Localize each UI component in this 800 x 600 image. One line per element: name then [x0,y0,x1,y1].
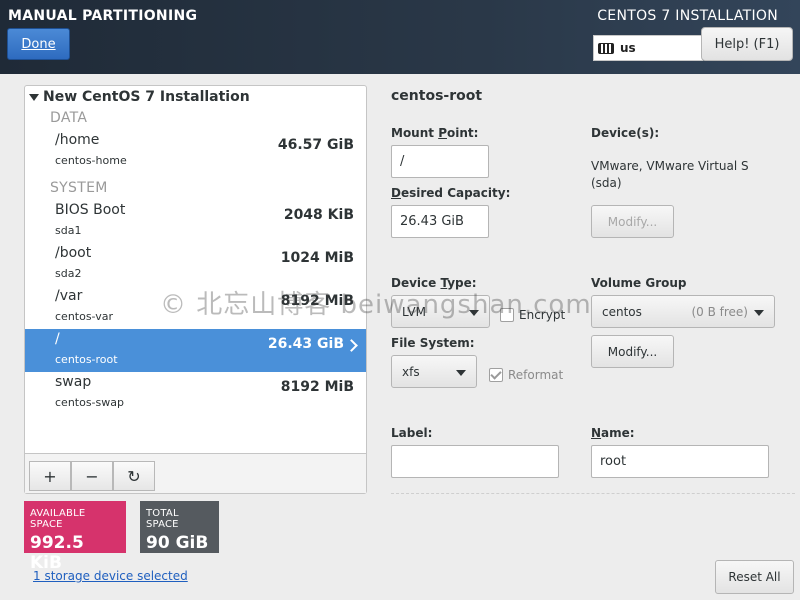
group-label-system: SYSTEM [50,180,108,196]
available-space-label: AVAILABLE SPACE [30,508,86,530]
mount-name: BIOS Boot [55,202,126,218]
total-space-box: TOTAL SPACE 90 GiB [140,501,219,553]
chevron-right-icon [345,339,358,352]
device-type-value: LVM [402,304,426,319]
label-field-label: Label: [391,426,433,440]
mount-point-list: New CentOS 7 Installation DATA /home cen… [24,85,367,494]
total-space-value: 90 GiB [146,533,209,553]
keyboard-icon [598,42,614,54]
mount-name: / [55,331,60,347]
volume-group-value: centos [602,304,642,319]
encrypt-checkbox[interactable] [500,308,514,322]
available-space-value: 992.5 KiB [30,533,84,573]
dropdown-arrow-icon [754,310,764,316]
keyboard-layout-label: us [620,41,636,55]
mount-size: 1024 MiB [280,250,354,266]
remove-mount-button[interactable]: − [71,461,113,491]
modify-volume-group-button[interactable]: Modify... [591,335,674,368]
panel-divider [391,493,795,494]
modify-devices-button[interactable]: Modify... [591,205,674,238]
expander-triangle-icon [29,93,39,101]
mount-name: swap [55,374,92,390]
installation-header[interactable]: New CentOS 7 Installation [29,89,250,105]
mount-item-boot[interactable]: /boot sda2 1024 MiB [25,243,366,286]
devices-text: VMware, VMware Virtual S (sda) [591,159,749,190]
volume-group-free: (0 B free) [691,304,748,319]
mount-name: /boot [55,245,92,261]
page-title: MANUAL PARTITIONING [8,8,198,24]
dropdown-arrow-icon [456,370,466,376]
mount-item-root[interactable]: / centos-root 26.43 GiB [25,329,366,372]
file-system-value: xfs [402,364,420,379]
mount-point-label: Mount Point: [391,126,479,140]
dropdown-arrow-icon [469,310,479,316]
group-label-data: DATA [50,110,88,126]
desired-capacity-input[interactable]: 26.43 GiB [391,205,489,238]
mount-item-swap[interactable]: swap centos-swap 8192 MiB [25,372,366,415]
mount-device: centos-swap [55,396,124,409]
mount-item-bios-boot[interactable]: BIOS Boot sda1 2048 KiB [25,200,366,243]
mount-name: /home [55,132,100,148]
add-mount-button[interactable]: + [29,461,71,491]
file-system-select[interactable]: xfs [391,355,477,388]
file-system-label: File System: [391,336,475,350]
reformat-checkbox[interactable] [489,368,503,382]
mount-size: 2048 KiB [283,207,354,223]
mount-device: sda2 [55,267,82,280]
mount-device: centos-var [55,310,114,323]
reset-all-button[interactable]: Reset All [715,560,794,594]
help-button[interactable]: Help! (F1) [701,27,793,61]
installation-title: New CentOS 7 Installation [43,89,250,105]
volume-group-label: Volume Group [591,276,687,290]
done-button[interactable]: Done [7,28,70,60]
reformat-label: Reformat [508,368,564,382]
devices-label: Device(s): [591,126,660,140]
mount-point-input[interactable]: / [391,145,489,178]
mount-device: centos-home [55,154,127,167]
keyboard-layout-indicator[interactable]: us [593,35,703,61]
device-type-select[interactable]: LVM [391,295,490,328]
mount-size: 8192 MiB [280,379,354,395]
selected-device-title: centos-root [391,88,483,104]
header-bar: MANUAL PARTITIONING CENTOS 7 INSTALLATIO… [0,0,800,74]
desired-capacity-label: Desired Capacity: [391,186,511,200]
label-input[interactable] [391,445,559,478]
mount-size: 8192 MiB [280,293,354,309]
mount-device: sda1 [55,224,82,237]
device-type-label: Device Type: [391,276,477,290]
storage-devices-link[interactable]: 1 storage device selected [33,569,188,583]
name-input[interactable]: root [591,445,769,478]
refresh-button[interactable]: ↻ [113,461,155,491]
available-space-box: AVAILABLE SPACE 992.5 KiB [24,501,126,573]
mount-name: /var [55,288,83,304]
encrypt-label: Encrypt [519,308,566,322]
volume-group-select[interactable]: centos (0 B free) [591,295,775,328]
mount-item-var[interactable]: /var centos-var 8192 MiB [25,286,366,329]
mount-size: 46.57 GiB [277,137,354,153]
mount-size: 26.43 GiB [267,336,344,352]
name-field-label: Name: [591,426,635,440]
mount-device: centos-root [55,353,118,366]
total-space-label: TOTAL SPACE [146,508,179,530]
mount-item-home[interactable]: /home centos-home 46.57 GiB [25,130,366,173]
mount-toolbar: + − ↻ [25,453,366,493]
install-title: CENTOS 7 INSTALLATION [597,8,778,24]
